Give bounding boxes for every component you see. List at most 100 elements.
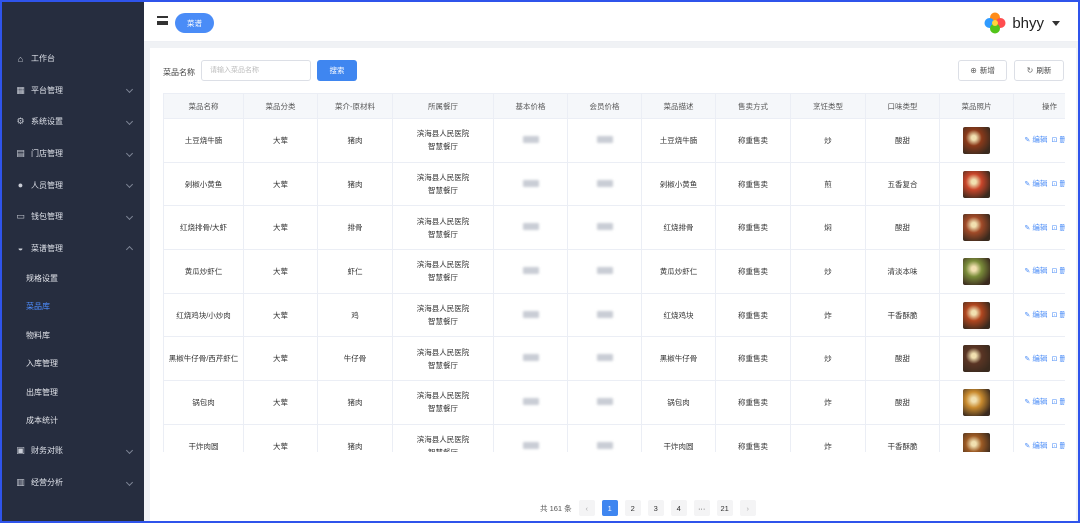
sidebar-item-sidebar.items.0[interactable]: ⌂ 工作台: [2, 43, 144, 75]
table-row[interactable]: 黄瓜炒虾仁大荤虾仁滨海县人民医院智慧餐厅黄瓜炒虾仁称重售卖炒清淡本味✎编辑 ⊡删…: [163, 249, 1065, 294]
edit-button[interactable]: ✎ 编辑: [1025, 179, 1048, 188]
sidebar-item-sidebar.tail_items.0[interactable]: ▣ 财务对账: [2, 435, 144, 467]
sidebar-item-sidebar.items.2[interactable]: ⚙ 系统设置: [2, 106, 144, 138]
edit-label: 编辑: [1032, 353, 1048, 363]
sidebar-item-sidebar.items.1[interactable]: ▦ 平台管理: [2, 75, 144, 107]
page-button[interactable]: 2: [624, 500, 641, 516]
dish-photo-fill: [963, 214, 990, 242]
edit-button[interactable]: ✎ 编辑: [1025, 354, 1048, 363]
edit-button[interactable]: ✎ 编辑: [1025, 223, 1048, 232]
delete-button[interactable]: ⊡删除: [1052, 266, 1065, 275]
action-gap: [1047, 354, 1051, 363]
edit-button[interactable]: ✎ 编辑: [1025, 441, 1048, 450]
sidebar-subitem[interactable]: 出库管理: [2, 378, 144, 407]
column-header: 操作: [1013, 93, 1065, 119]
page-button[interactable]: 1: [601, 500, 618, 516]
blurred-value: [596, 179, 613, 187]
material-cell: 鸡: [317, 292, 393, 338]
chevron-down-icon[interactable]: [1052, 20, 1060, 26]
edit-button[interactable]: ✎ 编辑: [1025, 266, 1048, 275]
edit-button[interactable]: ✎ 编辑: [1025, 135, 1048, 144]
sidebar-item-sidebar.tail_items.1[interactable]: ▥ 经营分析: [2, 467, 144, 499]
page-button[interactable]: 3: [647, 500, 664, 516]
base-price-cell: [493, 249, 568, 294]
page-button[interactable]: 21: [716, 500, 733, 516]
dish-photo[interactable]: [963, 345, 990, 373]
edit-button[interactable]: ✎ 编辑: [1025, 397, 1048, 406]
pagination-ellipsis[interactable]: ···: [693, 500, 710, 516]
column-header: 菜品照片: [939, 93, 1014, 119]
dish-photo[interactable]: [963, 257, 990, 285]
taste-type-cell: 干香酥脆: [865, 292, 940, 338]
sale-method-cell: 称重售卖: [715, 161, 791, 207]
action-gap: [1047, 397, 1051, 406]
sale-method-cell: 称重售卖: [715, 205, 791, 251]
table-row[interactable]: 红烧鸡块/小炒肉 大荤鸡滨海县人民医院 智慧餐厅 红烧鸡块 称重售卖炸干香酥脆 ✎ 编辑 ⊡…: [163, 292, 1065, 338]
edit-icon: ✎: [1024, 312, 1031, 320]
sidebar-item-sidebar.items.3[interactable]: ▤ 门店管理: [2, 138, 144, 170]
photo-cell: [939, 423, 1014, 452]
delete-label: 删除: [1059, 354, 1065, 363]
base-price-cell: [493, 423, 568, 452]
sidebar-subitem[interactable]: 成本统计: [2, 407, 144, 436]
edit-button[interactable]: ✎ 编辑: [1025, 310, 1048, 319]
delete-button[interactable]: ⊡删除: [1052, 397, 1065, 406]
brand-account-menu[interactable]: bhyy: [984, 12, 1060, 34]
restaurant-line: 滨海县人民医院: [416, 173, 470, 183]
dish-name-cell: 干炸肉圆: [163, 423, 244, 452]
delete-button[interactable]: ⊡删除: [1052, 223, 1065, 232]
dish-photo[interactable]: [963, 432, 990, 452]
dish-photo[interactable]: [963, 126, 990, 154]
dish-photo-fill: [963, 126, 990, 154]
sidebar: ⌂ 工作台 ▦ 平台管理 ⚙ 系统设置 ▤ 门店管理 ● 人员管理 ▭ 钱包管理 ◒ 菜谱管理 规格设置 菜品…: [2, 2, 144, 521]
prev-page-icon[interactable]: ‹: [578, 500, 595, 516]
dish-photo-fill: [963, 301, 990, 329]
delete-button[interactable]: ⊡删除: [1052, 441, 1065, 450]
dish-photo[interactable]: [963, 388, 990, 416]
hamburger-menu-icon[interactable]: [157, 16, 168, 25]
table-row[interactable]: 剁椒小黄鱼大荤猪肉滨海县人民医院智慧餐厅剁椒小黄鱼称重售卖煎五香复合✎编辑 ⊡删…: [163, 161, 1065, 207]
photo-cell: [939, 336, 1014, 382]
table-row[interactable]: 干炸肉圆大荤猪肉滨海县人民医院智慧餐厅干炸肉圆称重售卖炸干香酥脆✎编辑 ⊡删除: [163, 423, 1065, 452]
sidebar-subitem[interactable]: 菜品库: [2, 293, 144, 322]
edit-icon: ✎: [1024, 355, 1031, 363]
blurred-value: [596, 441, 613, 449]
next-page-icon[interactable]: ›: [739, 500, 756, 516]
add-button[interactable]: ⊕ 新增: [958, 60, 1007, 81]
search-button[interactable]: 搜索: [317, 60, 357, 81]
table-row[interactable]: 红烧排骨/大虾大荤排骨滨海县人民医院智慧餐厅红烧排骨称重售卖焖酸甜✎编辑 ⊡删除: [163, 205, 1065, 251]
refresh-button[interactable]: ↻ 刷新: [1014, 60, 1064, 81]
material-cell: 猪肉: [317, 161, 393, 207]
delete-button[interactable]: ⊡删除: [1052, 354, 1065, 363]
sidebar-subitem[interactable]: 物料库: [2, 321, 144, 350]
delete-button[interactable]: ⊡删除: [1052, 179, 1065, 188]
dish-photo[interactable]: [963, 301, 990, 329]
page-button[interactable]: 4: [670, 500, 687, 516]
current-menu-pill[interactable]: 菜谱: [175, 13, 214, 33]
dish-photo[interactable]: [963, 214, 990, 242]
dish-name-search-input[interactable]: [201, 60, 311, 81]
sidebar-item-sidebar.items.6[interactable]: ◒ 菜谱管理: [2, 233, 144, 265]
sidebar-subitem[interactable]: 入库管理: [2, 350, 144, 379]
description-cell: 干炸肉圆: [641, 423, 716, 452]
sidebar-item-sidebar.items.5[interactable]: ▭ 钱包管理: [2, 201, 144, 233]
sidebar-subitem[interactable]: 规格设置: [2, 264, 144, 293]
edit-label: 编辑: [1032, 135, 1048, 145]
cooking-type-cell: 炸: [790, 423, 866, 452]
photo-cell: [939, 118, 1014, 163]
dish-photo[interactable]: [963, 170, 990, 198]
column-header: 烹饪类型: [790, 93, 866, 119]
table-row[interactable]: 土豆烧牛腩大荤猪肉滨海县人民医院智慧餐厅土豆烧牛腩称重售卖炒酸甜✎编辑 ⊡删除: [163, 118, 1065, 163]
table-row[interactable]: 黑椒牛仔骨/西芹虾仁 大荤 牛仔骨 滨海县人民医院 智慧餐厅 黑椒牛仔骨 称重售卖炒酸甜 ✎ 编…: [163, 336, 1065, 382]
restaurant-line: 滨海县人民医院: [416, 216, 470, 226]
sidebar-item-sidebar.items.4[interactable]: ● 人员管理: [2, 169, 144, 201]
taste-type-cell: 干香酥脆: [865, 423, 940, 452]
dish-table-container[interactable]: 菜品名称 菜品分类 菜介-原材料 所属餐厅 基本价格 会员价格 菜品描述 售卖方式 烹饪类型 口味…: [163, 93, 1065, 452]
column-header: 所属餐厅: [392, 93, 494, 119]
table-row[interactable]: 锅包肉大荤猪肉滨海县人民医院智慧餐厅锅包肉称重售卖炸酸甜✎编辑 ⊡删除: [163, 380, 1065, 425]
cooking-type-cell: 炒: [790, 336, 866, 382]
restaurant-line: 智慧餐厅: [397, 446, 489, 452]
delete-button[interactable]: ⊡删除: [1052, 310, 1065, 319]
delete-button[interactable]: ⊡删除: [1052, 135, 1065, 144]
sidebar-item-label: 经营分析: [31, 478, 63, 488]
